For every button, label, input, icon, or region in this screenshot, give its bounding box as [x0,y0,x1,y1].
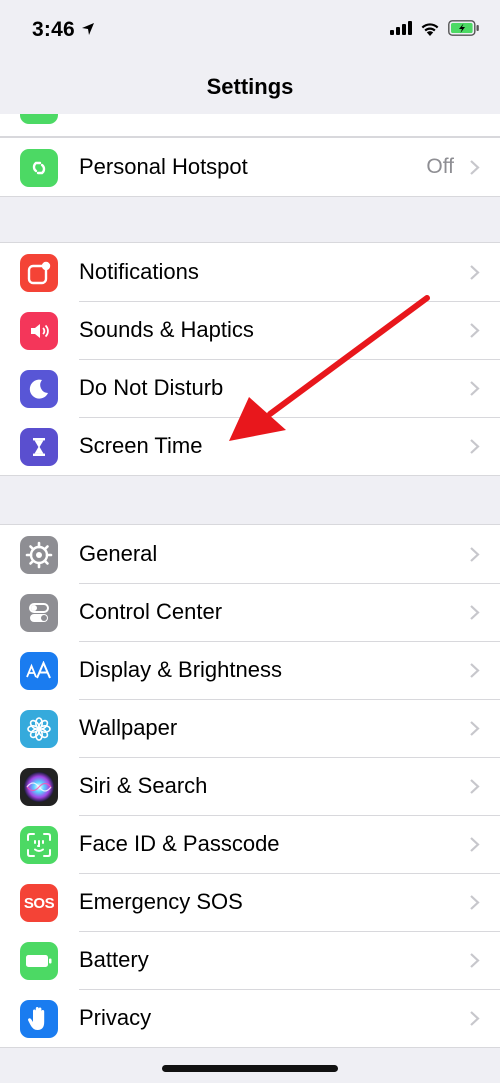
annotation-arrow [229,295,430,441]
home-indicator[interactable] [162,1065,338,1072]
